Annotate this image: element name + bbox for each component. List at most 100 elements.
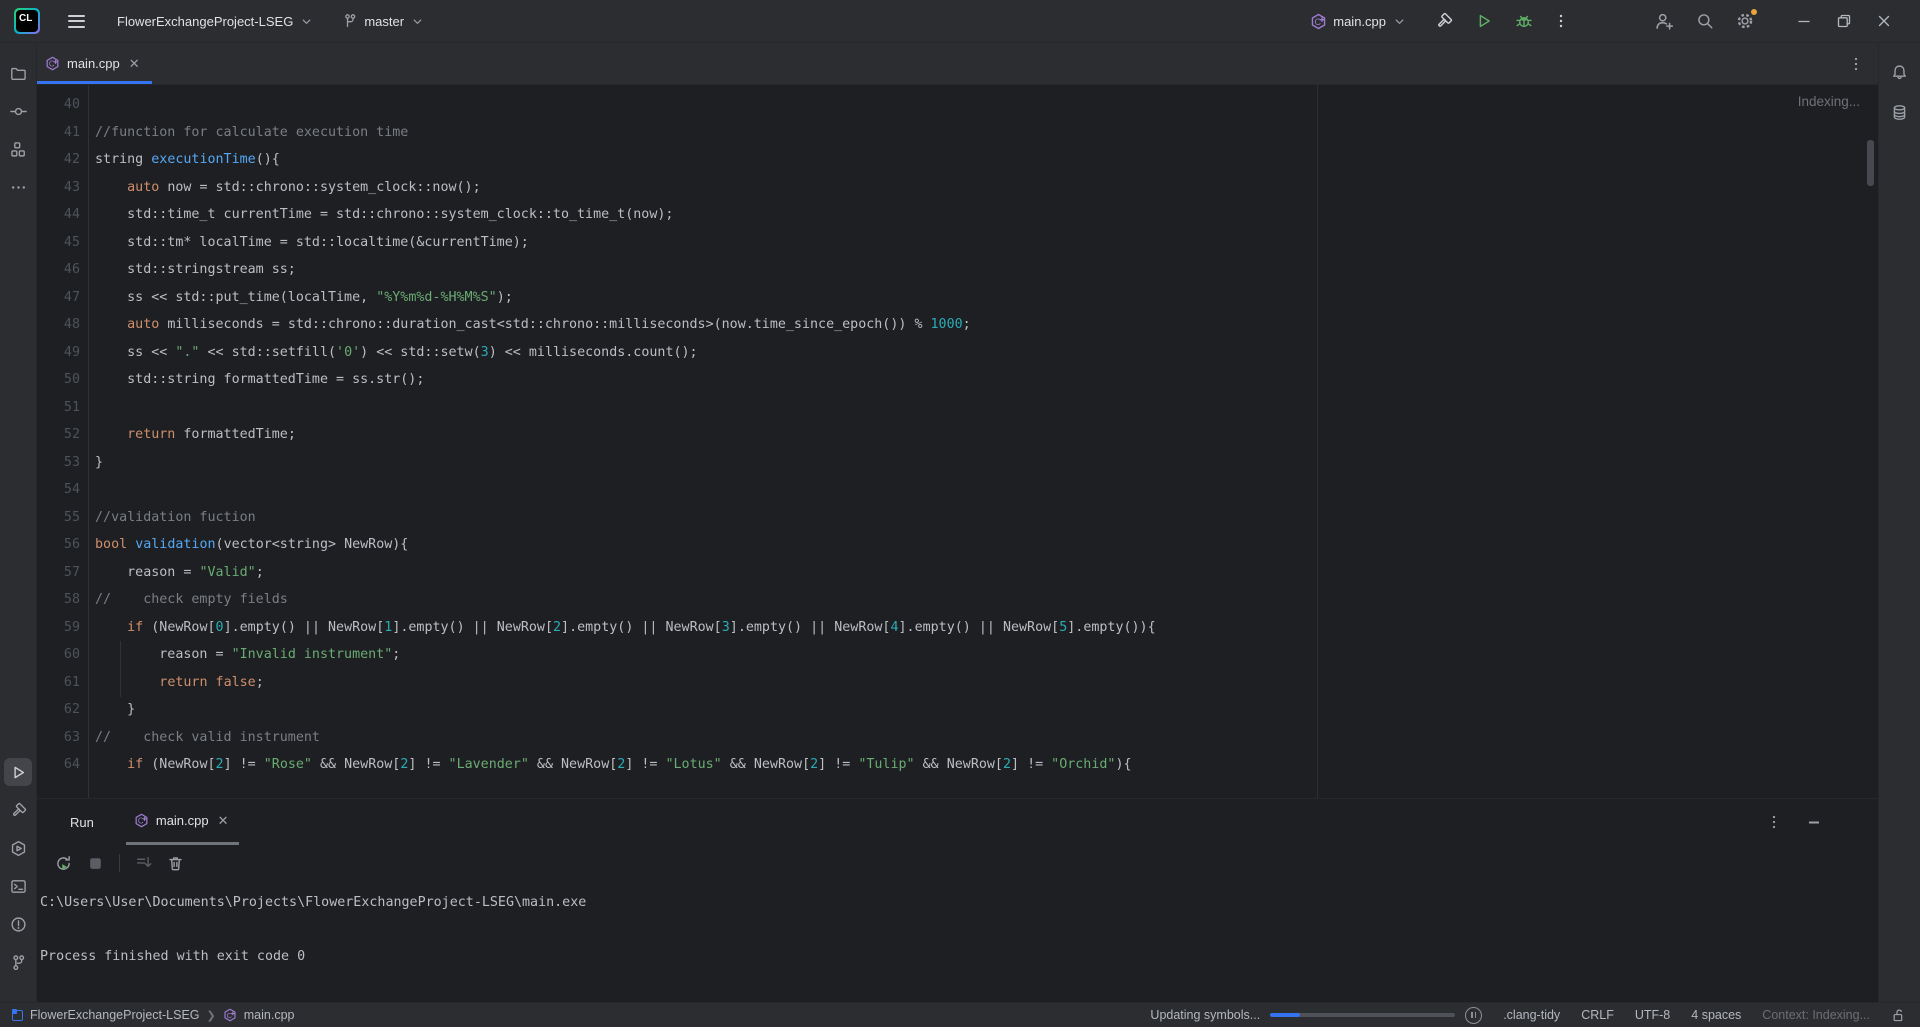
sidebar-item-structure[interactable] — [4, 135, 32, 163]
status-linter[interactable]: .clang-tidy — [1503, 1008, 1560, 1022]
breadcrumb-file[interactable]: main.cpp — [244, 1008, 295, 1022]
scroll-to-end-button[interactable] — [135, 855, 152, 872]
vcs-branch-widget[interactable]: master — [336, 8, 431, 34]
run-panel-options-button[interactable] — [1766, 814, 1782, 830]
sidebar-item-notifications[interactable] — [1886, 58, 1914, 86]
tab-options-button[interactable] — [1848, 56, 1864, 72]
gutter-line-number[interactable]: 42 — [37, 146, 80, 174]
breadcrumb-project[interactable]: FlowerExchangeProject-LSEG — [30, 1008, 200, 1022]
tab-close-icon[interactable]: ✕ — [127, 55, 142, 72]
build-hammer-icon — [1435, 12, 1453, 30]
build-hammer-icon — [10, 802, 27, 819]
gutter-line-number[interactable]: 40 — [37, 91, 80, 119]
run-tab-label: main.cpp — [156, 813, 209, 828]
sidebar-item-version-control[interactable] — [4, 948, 32, 976]
gutter-line-number[interactable]: 63 — [37, 724, 80, 752]
gutter-line-number[interactable]: 43 — [37, 174, 80, 202]
status-context: Context: Indexing... — [1762, 1008, 1870, 1022]
gutter-line-number[interactable]: 53 — [37, 449, 80, 477]
build-button[interactable] — [1431, 8, 1457, 34]
gutter-line-number[interactable]: 60 — [37, 641, 80, 669]
restore-button[interactable] — [1824, 6, 1864, 36]
clear-console-button[interactable] — [167, 855, 184, 872]
code-line: 47 ss << std::put_time(localTime, "%Y%m%… — [37, 284, 1878, 312]
run-tab-close-icon[interactable]: ✕ — [216, 812, 231, 829]
code-text — [80, 91, 95, 119]
sidebar-item-problems[interactable] — [4, 910, 32, 938]
gutter-line-number[interactable]: 41 — [37, 119, 80, 147]
code-line: 49 ss << "." << std::setfill('0') << std… — [37, 339, 1878, 367]
gutter-line-number[interactable]: 49 — [37, 339, 80, 367]
status-indent[interactable]: 4 spaces — [1691, 1008, 1741, 1022]
gutter-line-number[interactable]: 58 — [37, 586, 80, 614]
gutter-line-number[interactable]: 61 — [37, 669, 80, 697]
close-button[interactable] — [1864, 6, 1904, 36]
unlock-icon[interactable] — [1891, 1008, 1906, 1023]
more-icon — [10, 179, 27, 196]
code-line: 45 std::tm* localTime = std::localtime(&… — [37, 229, 1878, 257]
gutter-line-number[interactable]: 52 — [37, 421, 80, 449]
sidebar-item-cmake[interactable] — [4, 834, 32, 862]
gutter-line-number[interactable]: 48 — [37, 311, 80, 339]
gutter-line-number[interactable]: 51 — [37, 394, 80, 422]
chevron-down-icon — [410, 14, 425, 29]
gutter-line-number[interactable]: 64 — [37, 751, 80, 779]
gutter-line-number[interactable]: 55 — [37, 504, 80, 532]
sidebar-item-build[interactable] — [4, 796, 32, 824]
more-actions-button[interactable] — [1549, 9, 1573, 33]
cmake-icon — [10, 840, 27, 857]
gutter-line-number[interactable]: 62 — [37, 696, 80, 724]
gutter-line-number[interactable]: 57 — [37, 559, 80, 587]
branch-name: master — [364, 14, 404, 29]
gutter-line-number[interactable]: 46 — [37, 256, 80, 284]
settings-button[interactable] — [1732, 8, 1758, 34]
code-with-me-button[interactable] — [1651, 8, 1678, 35]
menu-icon[interactable] — [64, 11, 89, 32]
sidebar-item-terminal[interactable] — [4, 872, 32, 900]
code-line: 53} — [37, 449, 1878, 477]
gutter-line-number[interactable]: 54 — [37, 476, 80, 504]
hide-panel-button[interactable] — [1806, 814, 1822, 830]
run-configuration-selector[interactable]: main.cpp — [1304, 8, 1413, 35]
gutter-line-number[interactable]: 45 — [37, 229, 80, 257]
tab-main-cpp[interactable]: main.cpp ✕ — [37, 43, 152, 84]
gutter-line-number[interactable]: 44 — [37, 201, 80, 229]
gutter-line-number[interactable]: 59 — [37, 614, 80, 642]
debug-button[interactable] — [1511, 8, 1537, 34]
minimize-button[interactable] — [1784, 6, 1824, 36]
clear-trash-icon — [167, 855, 184, 872]
gutter-line-number[interactable]: 56 — [37, 531, 80, 559]
status-line-ending[interactable]: CRLF — [1581, 1008, 1614, 1022]
code-line: 46 std::stringstream ss; — [37, 256, 1878, 284]
gutter-line-number[interactable]: 47 — [37, 284, 80, 312]
code-editor[interactable]: 4041//function for calculate execution t… — [37, 85, 1878, 798]
run-button[interactable] — [1471, 8, 1497, 34]
project-widget[interactable]: FlowerExchangeProject-LSEG — [111, 9, 320, 34]
sidebar-item-commit[interactable] — [4, 97, 32, 125]
sidebar-item-run[interactable] — [4, 758, 32, 786]
search-everywhere-button[interactable] — [1692, 8, 1718, 34]
sidebar-item-more[interactable] — [4, 173, 32, 201]
sidebar-item-database[interactable] — [1886, 98, 1914, 126]
stop-button[interactable] — [87, 855, 104, 872]
code-text: std::tm* localTime = std::localtime(&cur… — [80, 229, 529, 257]
code-line: 40 — [37, 91, 1878, 119]
sidebar-item-project[interactable] — [4, 59, 32, 87]
gutter-line-number[interactable]: 50 — [37, 366, 80, 394]
status-encoding[interactable]: UTF-8 — [1635, 1008, 1670, 1022]
run-console[interactable]: C:\Users\User\Documents\Projects\FlowerE… — [37, 889, 1878, 970]
stop-icon — [87, 855, 104, 872]
pause-icon[interactable] — [1465, 1007, 1482, 1024]
code-text: auto milliseconds = std::chrono::duratio… — [80, 311, 971, 339]
editor-scrollbar-thumb[interactable] — [1867, 140, 1874, 186]
console-line — [40, 916, 1878, 943]
cpp-file-icon — [1310, 13, 1327, 30]
code-line: 41//function for calculate execution tim… — [37, 119, 1878, 147]
code-line: 48 auto milliseconds = std::chrono::dura… — [37, 311, 1878, 339]
code-line: 59 if (NewRow[0].empty() || NewRow[1].em… — [37, 614, 1878, 642]
code-text — [80, 394, 95, 422]
scroll-to-end-icon — [135, 855, 152, 872]
run-tab-main-cpp[interactable]: main.cpp ✕ — [126, 799, 239, 845]
rerun-button[interactable] — [55, 855, 72, 872]
restore-icon — [1836, 13, 1852, 29]
